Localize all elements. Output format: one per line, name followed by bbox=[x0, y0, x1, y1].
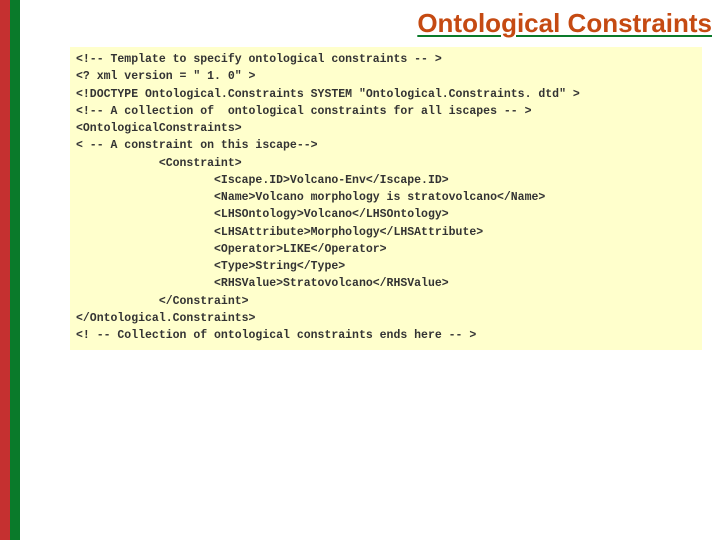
code-line: <OntologicalConstraints> bbox=[76, 120, 696, 137]
code-line: <! -- Collection of ontological constrai… bbox=[76, 327, 696, 344]
code-line: < -- A constraint on this iscape--> bbox=[76, 137, 696, 154]
code-line: <LHSAttribute>Morphology</LHSAttribute> bbox=[76, 224, 696, 241]
code-line: </Constraint> bbox=[76, 293, 696, 310]
code-line: <!DOCTYPE Ontological.Constraints SYSTEM… bbox=[76, 86, 696, 103]
xml-code-block: <!-- Template to specify ontological con… bbox=[70, 47, 702, 350]
code-line: <!-- Template to specify ontological con… bbox=[76, 51, 696, 68]
code-line: <Operator>LIKE</Operator> bbox=[76, 241, 696, 258]
code-line: <RHSValue>Stratovolcano</RHSValue> bbox=[76, 275, 696, 292]
decorative-green-stripe bbox=[10, 0, 20, 540]
slide-title: Ontological Constraints bbox=[20, 8, 712, 39]
code-line: <LHSOntology>Volcano</LHSOntology> bbox=[76, 206, 696, 223]
decorative-red-stripe bbox=[0, 0, 10, 540]
code-line: <Type>String</Type> bbox=[76, 258, 696, 275]
code-line: <Constraint> bbox=[76, 155, 696, 172]
code-line: <Name>Volcano morphology is stratovolcan… bbox=[76, 189, 696, 206]
code-line: <? xml version = " 1. 0" > bbox=[76, 68, 696, 85]
code-line: <Iscape.ID>Volcano-Env</Iscape.ID> bbox=[76, 172, 696, 189]
code-line: <!-- A collection of ontological constra… bbox=[76, 103, 696, 120]
code-line: </Ontological.Constraints> bbox=[76, 310, 696, 327]
